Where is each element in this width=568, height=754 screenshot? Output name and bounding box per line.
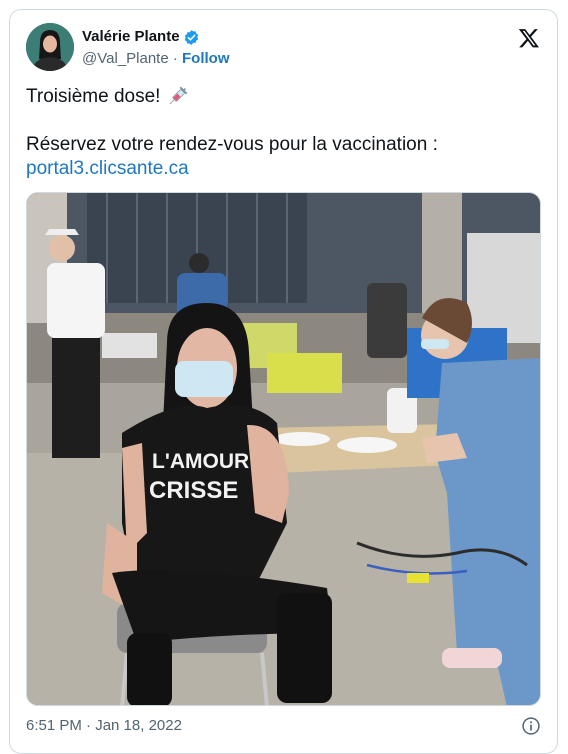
tweet-line-2: Réservez votre rendez-vous pour la vacci… [26, 134, 438, 155]
follow-button[interactable]: Follow [182, 50, 230, 67]
author-handle-row: @Val_Plante · Follow [82, 49, 230, 69]
tweet-line-1: Troisième dose! [26, 86, 161, 107]
shirt-text-1: L'AMOUR [152, 450, 249, 473]
author-display-name[interactable]: Valérie Plante [82, 27, 180, 47]
verified-badge-icon [183, 29, 200, 46]
vaccination-link[interactable]: portal3.clicsante.ca [26, 157, 546, 181]
avatar[interactable] [26, 23, 74, 71]
x-logo-icon[interactable] [518, 27, 540, 49]
tweet-text: Troisième dose! Réservez votre rendez-vo… [26, 85, 546, 181]
syringe-icon [166, 86, 188, 108]
tweet-card: Valérie Plante @Val_Plante · Follow Troi… [9, 9, 558, 754]
handle-separator: · [168, 50, 183, 67]
author-handle[interactable]: @Val_Plante [82, 50, 169, 67]
tweet-footer: 6:51 PM · Jan 18, 2022 [26, 716, 541, 736]
shirt-text-2: CRISSE [149, 477, 238, 504]
info-icon[interactable] [521, 716, 541, 736]
author-name-row: Valérie Plante [82, 27, 200, 47]
tweet-timestamp[interactable]: 6:51 PM · Jan 18, 2022 [26, 717, 182, 734]
tweet-photo[interactable]: L'AMOUR CRISSE [26, 192, 541, 706]
